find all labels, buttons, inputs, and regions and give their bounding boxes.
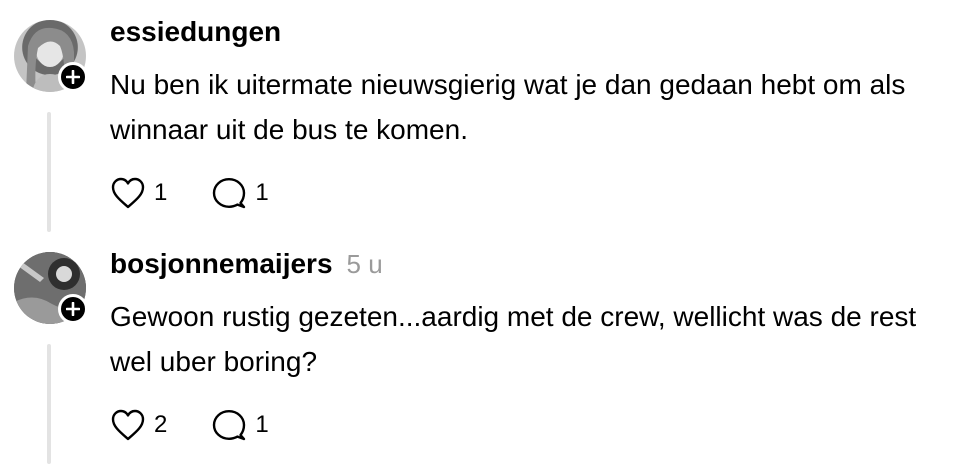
like-button[interactable]: 1 [110, 176, 167, 210]
plus-icon [66, 70, 80, 84]
comment-post: bosjonnemaijers 5 u Gewoon rustig gezete… [0, 232, 960, 464]
reply-button[interactable]: 1 [211, 408, 269, 442]
like-button[interactable]: 2 [110, 408, 167, 442]
follow-button[interactable] [58, 62, 88, 92]
action-bar: 1 1 [110, 176, 313, 210]
like-count: 2 [154, 411, 168, 438]
heart-icon [111, 409, 145, 441]
plus-icon [66, 302, 80, 316]
comment-post: essiedungen Nu ben ik uitermate nieuwsgi… [0, 0, 960, 232]
reply-button[interactable]: 1 [211, 176, 269, 210]
timestamp: 5 u [346, 249, 383, 279]
reply-count: 1 [255, 411, 269, 438]
comment-text: Nu ben ik uitermate nieuwsgierig wat je … [110, 69, 906, 145]
comment-thread: essiedungen Nu ben ik uitermate nieuwsgi… [0, 0, 960, 464]
reply-count: 1 [255, 179, 269, 206]
like-count: 1 [154, 179, 168, 206]
comment-text: Gewoon rustig gezeten...aardig met de cr… [110, 301, 917, 377]
thread-line [47, 344, 51, 464]
follow-button[interactable] [58, 294, 88, 324]
speech-bubble-icon [213, 410, 246, 441]
thread-line [47, 112, 51, 232]
heart-icon [111, 177, 145, 209]
post-header: bosjonnemaijers 5 u [110, 248, 383, 280]
action-bar: 2 1 [110, 408, 313, 442]
post-header: essiedungen [110, 16, 281, 48]
username[interactable]: bosjonnemaijers [110, 248, 333, 280]
speech-bubble-icon [213, 178, 246, 209]
username[interactable]: essiedungen [110, 16, 281, 48]
